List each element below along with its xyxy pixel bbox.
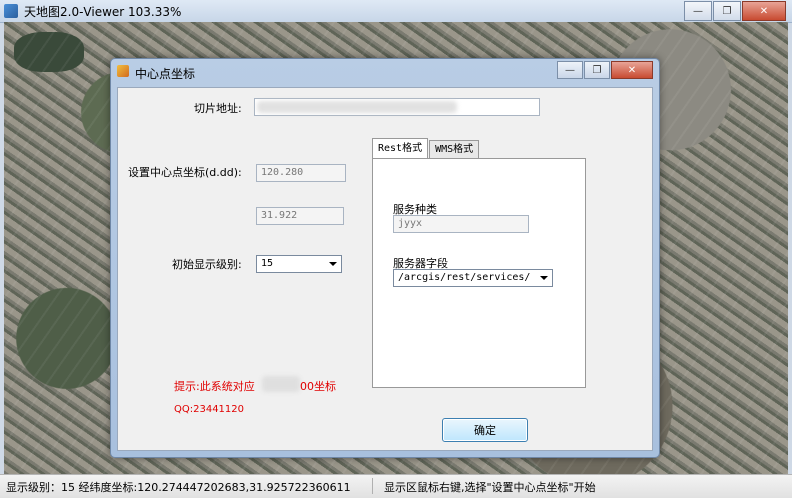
- tab-wms[interactable]: WMS格式: [429, 140, 480, 159]
- dialog-controls: — ❐ ✕: [556, 61, 653, 79]
- center-y-input[interactable]: 31.922: [256, 207, 344, 225]
- center-x-input[interactable]: 120.280: [256, 164, 346, 182]
- dialog-icon: [117, 65, 129, 77]
- tile-url-label: 切片地址:: [194, 102, 242, 115]
- qq-text: QQ:23441120: [174, 404, 245, 415]
- center-coord-label: 设置中心点坐标(d.dd):: [128, 166, 242, 179]
- map-lake: [14, 32, 84, 72]
- dialog-maximize-button[interactable]: ❐: [584, 61, 610, 79]
- ok-button[interactable]: 确定: [442, 418, 528, 442]
- hint-redacted: [262, 376, 300, 392]
- status-separator: [372, 478, 373, 494]
- minimize-button[interactable]: —: [684, 1, 712, 21]
- dialog-minimize-button[interactable]: —: [557, 61, 583, 79]
- dialog-close-button[interactable]: ✕: [611, 61, 653, 79]
- chevron-down-icon: [329, 262, 337, 266]
- maximize-button[interactable]: ❐: [713, 1, 741, 21]
- hint-text-end: 00坐标: [300, 380, 336, 393]
- close-button[interactable]: ✕: [742, 1, 786, 21]
- tile-url-input[interactable]: [254, 98, 540, 116]
- center-point-dialog: 中心点坐标 — ❐ ✕ 切片地址: 设置中心点坐标(d.dd): 120.280…: [110, 58, 660, 458]
- rest-tab-panel: 服务种类 jyyx 服务器字段 /arcgis/rest/services/: [372, 158, 586, 388]
- chevron-down-icon: [540, 276, 548, 280]
- dialog-titlebar[interactable]: 中心点坐标 — ❐ ✕: [111, 59, 659, 85]
- init-level-select[interactable]: 15: [256, 255, 342, 273]
- app-icon: [4, 4, 18, 18]
- init-level-value: 15: [261, 258, 274, 269]
- app-titlebar: 天地图2.0-Viewer 103.33% — ❐ ✕: [0, 0, 792, 23]
- tile-url-redacted: [257, 101, 457, 113]
- service-field-select[interactable]: /arcgis/rest/services/: [393, 269, 553, 287]
- service-type-input[interactable]: jyyx: [393, 215, 529, 233]
- app-title: 天地图2.0-Viewer 103.33%: [24, 5, 182, 19]
- hint-text-start: 提示:此系统对应: [174, 380, 255, 393]
- dialog-client: 切片地址: 设置中心点坐标(d.dd): 120.280 31.922 初始显示…: [117, 87, 653, 451]
- statusbar: 显示级别：15 经纬度坐标:120.274447202683,31.925722…: [0, 474, 792, 498]
- service-field-value: /arcgis/rest/services/: [398, 272, 531, 283]
- init-level-label: 初始显示级别:: [172, 258, 242, 271]
- tab-rest[interactable]: Rest格式: [372, 138, 429, 159]
- status-level-coords: 显示级别：15 经纬度坐标:120.274447202683,31.925722…: [6, 481, 351, 494]
- status-hint: 显示区鼠标右键,选择"设置中心点坐标"开始: [384, 481, 596, 494]
- window-controls: — ❐ ✕: [683, 1, 786, 21]
- dialog-title: 中心点坐标: [135, 67, 196, 81]
- format-tabs: Rest格式 WMS格式: [372, 138, 480, 159]
